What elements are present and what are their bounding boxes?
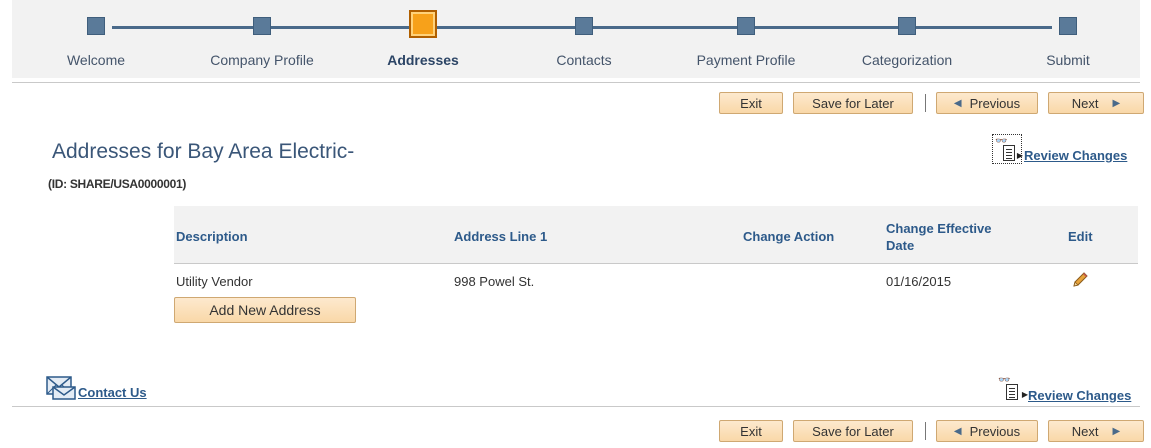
step-label[interactable]: Contacts (514, 52, 654, 68)
review-changes-label[interactable]: Review Changes (1024, 148, 1127, 163)
step-label[interactable]: Company Profile (192, 52, 332, 68)
divider (12, 82, 1140, 83)
cell-address-line-1: 998 Powel St. (454, 274, 535, 289)
bottom-button-bar: Exit Save for Later ◀ Previous Next ▶ (709, 419, 1144, 443)
column-header-description: Description (176, 229, 248, 244)
step-marker[interactable] (575, 17, 593, 35)
divider (925, 422, 926, 440)
train-step-payment-profile[interactable]: Payment Profile (676, 0, 816, 78)
step-label: Addresses (387, 52, 459, 68)
pencil-icon[interactable] (1071, 271, 1089, 289)
step-marker[interactable] (1059, 17, 1077, 35)
top-button-bar: Exit Save for Later ◀ Previous Next ▶ (709, 91, 1144, 115)
next-label: Next (1071, 95, 1099, 111)
envelope-icon[interactable] (46, 373, 76, 400)
contact-us-link[interactable]: Contact Us (46, 373, 147, 400)
add-new-address-button[interactable]: Add New Address (174, 297, 356, 323)
review-changes-icon[interactable]: 👓 ▶ (992, 134, 1023, 164)
exit-button[interactable]: Exit (719, 92, 783, 114)
divider (12, 406, 1140, 407)
train-step-submit[interactable]: Submit (998, 0, 1138, 78)
page-title: Addresses for Bay Area Electric- (52, 140, 355, 163)
train-step-categorization[interactable]: Categorization (837, 0, 977, 78)
train-step-company-profile[interactable]: Company Profile (192, 0, 332, 78)
grid-header: Description Address Line 1 Change Action… (174, 206, 1138, 264)
cell-change-effective-date: 01/16/2015 (886, 274, 952, 289)
step-label[interactable]: Payment Profile (676, 52, 816, 68)
review-changes-link-top[interactable]: 👓 ▶ Review Changes (992, 134, 1127, 164)
save-for-later-button[interactable]: Save for Later (793, 92, 913, 114)
train-step-contacts[interactable]: Contacts (514, 0, 654, 78)
train-step-addresses: Addresses (353, 0, 493, 78)
step-marker[interactable] (253, 17, 271, 35)
addresses-grid: Description Address Line 1 Change Action… (174, 206, 1138, 294)
divider (925, 94, 926, 112)
progress-train: Welcome Company Profile Addresses Contac… (12, 0, 1140, 78)
next-label: Next (1071, 423, 1099, 439)
review-changes-icon[interactable]: 👓 ▶ (996, 374, 1028, 404)
previous-button[interactable]: ◀ Previous (936, 92, 1038, 114)
previous-button[interactable]: ◀ Previous (936, 420, 1038, 442)
chevron-right-icon: ▶ (1112, 97, 1121, 109)
table-row: Utility Vendor 998 Powel St. 01/16/2015 (174, 264, 1138, 294)
step-marker[interactable] (737, 17, 755, 35)
next-button[interactable]: Next ▶ (1048, 420, 1144, 442)
train-step-welcome[interactable]: Welcome (26, 0, 166, 78)
column-header-address-line-1: Address Line 1 (454, 229, 548, 244)
previous-label: Previous (969, 95, 1021, 111)
step-marker[interactable] (87, 17, 105, 35)
next-button[interactable]: Next ▶ (1048, 92, 1144, 114)
chevron-right-icon: ▶ (1112, 425, 1121, 437)
column-header-change-action: Change Action (743, 229, 835, 244)
cell-description: Utility Vendor (176, 274, 253, 289)
step-label[interactable]: Categorization (837, 52, 977, 68)
step-label[interactable]: Submit (998, 52, 1138, 68)
chevron-left-icon: ◀ (953, 97, 962, 109)
review-changes-label[interactable]: Review Changes (1028, 388, 1131, 403)
contact-us-label[interactable]: Contact Us (78, 385, 147, 400)
column-header-edit: Edit (1068, 229, 1093, 244)
step-label[interactable]: Welcome (26, 52, 166, 68)
step-marker[interactable] (898, 17, 916, 35)
chevron-left-icon: ◀ (953, 425, 962, 437)
supplier-id: (ID: SHARE/USA0000001) (48, 177, 187, 191)
previous-label: Previous (969, 423, 1021, 439)
current-step-marker (409, 10, 437, 38)
save-for-later-button[interactable]: Save for Later (793, 420, 913, 442)
exit-button[interactable]: Exit (719, 420, 783, 442)
column-header-change-effective-date: Change Effective Date (886, 221, 992, 253)
review-changes-link-bottom[interactable]: 👓 ▶ Review Changes (996, 374, 1131, 404)
